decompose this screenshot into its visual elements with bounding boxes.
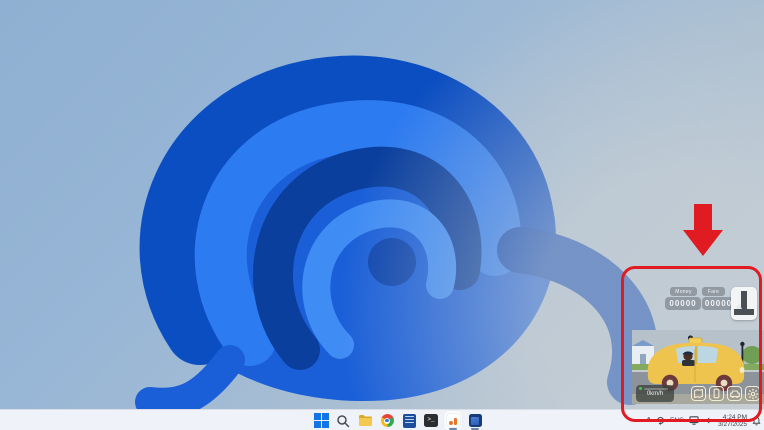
money-label: Money (670, 287, 697, 296)
date-text: 3/27/2025 (718, 420, 747, 428)
gear-icon (747, 388, 758, 399)
hidden-icons-chevron[interactable]: ^ (646, 416, 651, 425)
system-tray: ^ ENG 4:24 PM 3/27/2025 (646, 410, 761, 430)
terminal-button[interactable]: >_ (420, 410, 442, 430)
file-explorer-button[interactable] (354, 410, 376, 430)
time-text: 4:24 PM (722, 413, 747, 421)
map-icon (694, 389, 703, 398)
sync-icon[interactable] (656, 416, 665, 425)
fare-label: Fare (702, 287, 725, 296)
phone-icon (713, 388, 720, 399)
navigation-button[interactable] (731, 287, 757, 320)
photos-app-button[interactable] (464, 410, 486, 430)
search-icon (337, 414, 350, 427)
taxi-icon (729, 389, 740, 398)
folder-icon (358, 415, 372, 426)
windows-logo-icon (313, 413, 329, 428)
phone-button[interactable] (709, 386, 724, 401)
taxi-game-window[interactable]: Money 00000 Fare 00000 0km/h (632, 278, 764, 404)
fuel-indicator-dot (639, 387, 642, 390)
book-app-icon (402, 413, 416, 428)
game-app-button[interactable] (442, 410, 464, 430)
book-app-button[interactable] (398, 410, 420, 430)
taskbar-center-icons: >_ (310, 410, 486, 430)
terminal-icon: >_ (424, 414, 438, 427)
settings-button[interactable] (745, 386, 760, 401)
speed-value: 0km/h (646, 390, 664, 397)
volume-icon[interactable] (704, 416, 713, 425)
photos-app-icon (468, 414, 482, 427)
map-button[interactable] (691, 386, 706, 401)
language-indicator[interactable]: ENG (670, 417, 684, 424)
notification-bell-icon[interactable] (752, 416, 761, 426)
taskbar: >_ ^ ENG 4:24 PM 3/27/2025 (0, 409, 764, 430)
speedometer: 0km/h (636, 385, 674, 402)
money-value: 00000 (665, 297, 701, 310)
fuel-bar (644, 388, 668, 390)
game-app-icon (446, 414, 460, 427)
start-button[interactable] (310, 410, 332, 430)
display-network-icon[interactable] (689, 416, 699, 425)
red-down-arrow-annotation (683, 204, 723, 256)
clock[interactable]: 4:24 PM 3/27/2025 (718, 414, 747, 428)
chrome-icon (380, 414, 394, 427)
taxi-button[interactable] (727, 386, 742, 401)
search-button[interactable] (332, 410, 354, 430)
game-action-buttons (691, 386, 760, 401)
chrome-button[interactable] (376, 410, 398, 430)
